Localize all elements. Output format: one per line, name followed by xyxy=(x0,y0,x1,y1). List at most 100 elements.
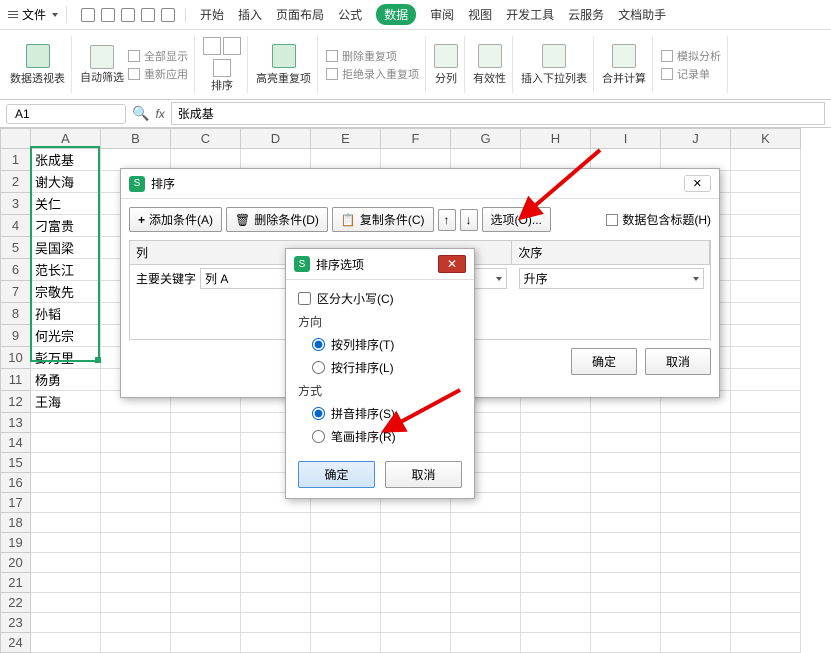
cell-K13[interactable] xyxy=(731,413,801,433)
cell-F21[interactable] xyxy=(381,573,451,593)
cell-K10[interactable] xyxy=(731,347,801,369)
cell-K1[interactable] xyxy=(731,149,801,171)
row-header-5[interactable]: 5 xyxy=(1,237,31,259)
cell-K19[interactable] xyxy=(731,533,801,553)
cell-A14[interactable] xyxy=(31,433,101,453)
cell-H18[interactable] xyxy=(521,513,591,533)
cell-I18[interactable] xyxy=(591,513,661,533)
tab-dev[interactable]: 开发工具 xyxy=(506,6,554,23)
cell-A1[interactable]: 张成基 xyxy=(31,149,101,171)
cell-B24[interactable] xyxy=(101,633,171,653)
cell-J15[interactable] xyxy=(661,453,731,473)
row-header-17[interactable]: 17 xyxy=(1,493,31,513)
cell-C18[interactable] xyxy=(171,513,241,533)
cell-H20[interactable] xyxy=(521,553,591,573)
sort-dialog-titlebar[interactable]: S 排序 ✕ xyxy=(121,169,719,199)
cell-C20[interactable] xyxy=(171,553,241,573)
cell-C19[interactable] xyxy=(171,533,241,553)
cell-C17[interactable] xyxy=(171,493,241,513)
cell-F22[interactable] xyxy=(381,593,451,613)
cell-D22[interactable] xyxy=(241,593,311,613)
qat-save-icon[interactable] xyxy=(81,8,95,22)
row-header-2[interactable]: 2 xyxy=(1,171,31,193)
ribbon-textcol[interactable]: 分列 xyxy=(428,36,465,93)
cell-H22[interactable] xyxy=(521,593,591,613)
opt-titlebar[interactable]: S 排序选项 ✕ xyxy=(286,249,474,280)
reject-dup-btn[interactable]: 拒绝录入重复项 xyxy=(326,66,419,82)
byrow-input[interactable] xyxy=(312,361,325,374)
cell-G21[interactable] xyxy=(451,573,521,593)
sortaz-icon[interactable] xyxy=(203,37,221,55)
opt-ok-btn[interactable]: 确定 xyxy=(298,461,375,488)
cell-K18[interactable] xyxy=(731,513,801,533)
move-up-btn[interactable]: ↑ xyxy=(438,209,456,231)
move-down-btn[interactable]: ↓ xyxy=(460,209,478,231)
cell-I13[interactable] xyxy=(591,413,661,433)
formula-input[interactable]: 张成基 xyxy=(171,102,825,125)
qat-print-icon[interactable] xyxy=(101,8,115,22)
col-header-J[interactable]: J xyxy=(661,129,731,149)
tab-view[interactable]: 视图 xyxy=(468,6,492,23)
opt-close-btn[interactable]: ✕ xyxy=(438,255,466,273)
row-header-3[interactable]: 3 xyxy=(1,193,31,215)
cell-I23[interactable] xyxy=(591,613,661,633)
sort-order-select[interactable]: 升序 xyxy=(519,268,704,289)
cell-D21[interactable] xyxy=(241,573,311,593)
cell-A8[interactable]: 孙韬 xyxy=(31,303,101,325)
cell-G18[interactable] xyxy=(451,513,521,533)
qat-redo-icon[interactable] xyxy=(161,8,175,22)
cell-D24[interactable] xyxy=(241,633,311,653)
row-header-6[interactable]: 6 xyxy=(1,259,31,281)
cell-B13[interactable] xyxy=(101,413,171,433)
cell-F18[interactable] xyxy=(381,513,451,533)
cell-K20[interactable] xyxy=(731,553,801,573)
cell-E18[interactable] xyxy=(311,513,381,533)
cell-K7[interactable] xyxy=(731,281,801,303)
cell-B18[interactable] xyxy=(101,513,171,533)
cell-H23[interactable] xyxy=(521,613,591,633)
cell-B17[interactable] xyxy=(101,493,171,513)
cell-A21[interactable] xyxy=(31,573,101,593)
pinyin-radio[interactable]: 拼音排序(S) xyxy=(298,405,462,422)
cell-B16[interactable] xyxy=(101,473,171,493)
cell-I24[interactable] xyxy=(591,633,661,653)
file-menu[interactable]: 文件 xyxy=(8,6,67,23)
ribbon-highlight[interactable]: 高亮重复项 xyxy=(250,36,318,93)
cell-J22[interactable] xyxy=(661,593,731,613)
row-header-9[interactable]: 9 xyxy=(1,325,31,347)
cell-A13[interactable] xyxy=(31,413,101,433)
stroke-radio[interactable]: 笔画排序(R) xyxy=(298,428,462,445)
cell-I15[interactable] xyxy=(591,453,661,473)
cell-K14[interactable] xyxy=(731,433,801,453)
cell-F19[interactable] xyxy=(381,533,451,553)
cell-J17[interactable] xyxy=(661,493,731,513)
cell-I14[interactable] xyxy=(591,433,661,453)
qat-undo-icon[interactable] xyxy=(141,8,155,22)
row-header-21[interactable]: 21 xyxy=(1,573,31,593)
cell-I16[interactable] xyxy=(591,473,661,493)
ribbon-consolidate[interactable]: 合并计算 xyxy=(596,36,653,93)
tab-data[interactable]: 数据 xyxy=(376,4,416,25)
cell-J16[interactable] xyxy=(661,473,731,493)
cell-K11[interactable] xyxy=(731,369,801,391)
cell-A12[interactable]: 王海 xyxy=(31,391,101,413)
col-header-C[interactable]: C xyxy=(171,129,241,149)
ribbon-sort[interactable]: 排序 xyxy=(211,59,233,93)
whatif-btn[interactable]: 模拟分析 xyxy=(661,48,721,64)
cell-J21[interactable] xyxy=(661,573,731,593)
cell-C21[interactable] xyxy=(171,573,241,593)
row-header-4[interactable]: 4 xyxy=(1,215,31,237)
cell-A18[interactable] xyxy=(31,513,101,533)
cell-G23[interactable] xyxy=(451,613,521,633)
cell-K5[interactable] xyxy=(731,237,801,259)
cell-D23[interactable] xyxy=(241,613,311,633)
cell-K9[interactable] xyxy=(731,325,801,347)
cell-I20[interactable] xyxy=(591,553,661,573)
cell-E21[interactable] xyxy=(311,573,381,593)
cell-K6[interactable] xyxy=(731,259,801,281)
row-header-1[interactable]: 1 xyxy=(1,149,31,171)
cell-A19[interactable] xyxy=(31,533,101,553)
cell-B21[interactable] xyxy=(101,573,171,593)
cell-A11[interactable]: 杨勇 xyxy=(31,369,101,391)
cell-A4[interactable]: 刁富贵 xyxy=(31,215,101,237)
